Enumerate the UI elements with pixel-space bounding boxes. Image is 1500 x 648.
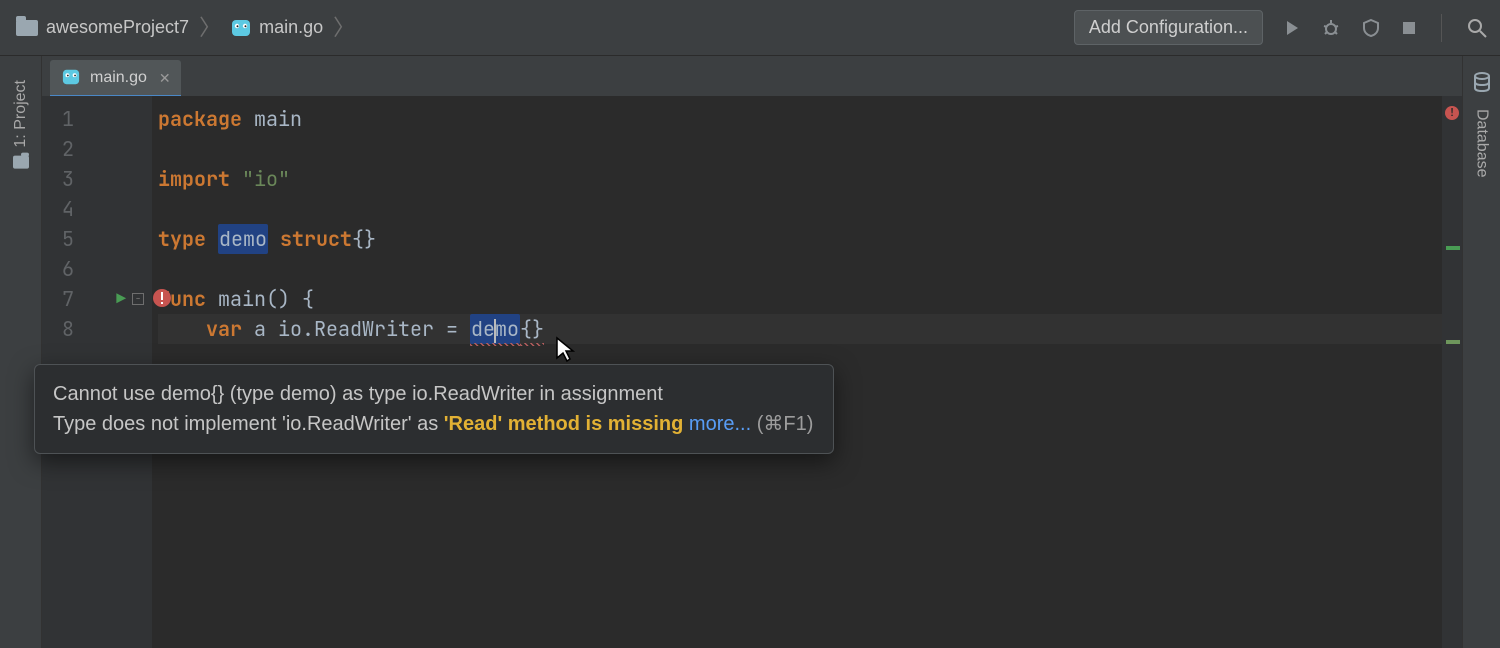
code-line-current: var a io.ReadWriter = demo{} xyxy=(158,314,1462,344)
marker-ok[interactable] xyxy=(1446,246,1460,250)
code-line xyxy=(158,254,1462,284)
project-tool-button[interactable]: 1: Project xyxy=(12,80,30,169)
marker-change[interactable] xyxy=(1446,340,1460,344)
code-line xyxy=(158,134,1462,164)
line-number: 1 xyxy=(42,104,86,134)
code-line: import "io" xyxy=(158,164,1462,194)
breadcrumb-separator-end: 〉 xyxy=(333,17,355,39)
code-line: func main() { xyxy=(158,284,1462,314)
top-toolbar: awesomeProject7 〉 main.go 〉 Add Configur… xyxy=(0,0,1500,56)
right-tool-strip: Database xyxy=(1462,56,1500,648)
run-icon[interactable] xyxy=(1283,19,1301,37)
folder-icon xyxy=(13,156,29,169)
toolbar-separator xyxy=(1441,14,1442,42)
code-line: package main xyxy=(158,104,1462,134)
breadcrumb-separator: 〉 xyxy=(199,17,221,39)
add-configuration-button[interactable]: Add Configuration... xyxy=(1074,10,1263,45)
tooltip-shortcut: (⌘F1) xyxy=(751,413,813,435)
database-tool-button[interactable]: Database xyxy=(1473,109,1491,178)
database-tool-label: Database xyxy=(1474,109,1491,178)
fold-icon[interactable]: − xyxy=(132,293,144,305)
debug-icon[interactable] xyxy=(1321,18,1341,38)
search-icon[interactable] xyxy=(1466,17,1488,39)
coverage-icon[interactable] xyxy=(1361,18,1381,38)
error-tooltip: Cannot use demo{} (type demo) as type io… xyxy=(34,364,834,454)
line-number: 7 xyxy=(42,284,86,314)
database-icon[interactable] xyxy=(1472,72,1492,97)
breadcrumb-file-label: main.go xyxy=(259,17,323,38)
tooltip-line1: Cannot use demo{} (type demo) as type io… xyxy=(53,379,813,409)
breadcrumb-project[interactable]: awesomeProject7 xyxy=(16,17,189,38)
editor-tabs: main.go ✕ xyxy=(42,56,1462,96)
stop-icon[interactable] xyxy=(1401,20,1417,36)
breadcrumb: awesomeProject7 〉 main.go 〉 xyxy=(16,17,357,39)
line-number: 5 xyxy=(42,224,86,254)
line-number: 2 xyxy=(42,134,86,164)
tooltip-line2: Type does not implement 'io.ReadWriter' … xyxy=(53,409,813,439)
error-stripe[interactable]: ! xyxy=(1442,96,1462,648)
left-tool-strip: 1: Project xyxy=(0,56,42,648)
go-file-icon xyxy=(231,17,251,39)
line-number: 8 xyxy=(42,314,86,344)
breadcrumb-file[interactable]: main.go xyxy=(231,17,323,39)
line-number: 4 xyxy=(42,194,86,224)
tab-label: main.go xyxy=(90,69,147,87)
close-icon[interactable]: ✕ xyxy=(159,70,171,87)
run-toolbar xyxy=(1283,14,1488,42)
run-gutter-icon[interactable]: ▶ xyxy=(116,284,126,314)
line-number: 3 xyxy=(42,164,86,194)
code-line xyxy=(158,194,1462,224)
error-summary-icon[interactable]: ! xyxy=(1445,106,1459,120)
project-tool-label: 1: Project xyxy=(12,80,30,148)
go-file-icon xyxy=(62,67,82,89)
tooltip-more-link[interactable]: more... xyxy=(689,413,751,435)
code-line: type demo struct{} xyxy=(158,224,1462,254)
tab-main-go[interactable]: main.go ✕ xyxy=(50,60,181,96)
folder-icon xyxy=(16,20,38,36)
intention-bulb-icon[interactable] xyxy=(152,286,172,306)
breadcrumb-project-label: awesomeProject7 xyxy=(46,17,189,38)
line-number: 6 xyxy=(42,254,86,284)
